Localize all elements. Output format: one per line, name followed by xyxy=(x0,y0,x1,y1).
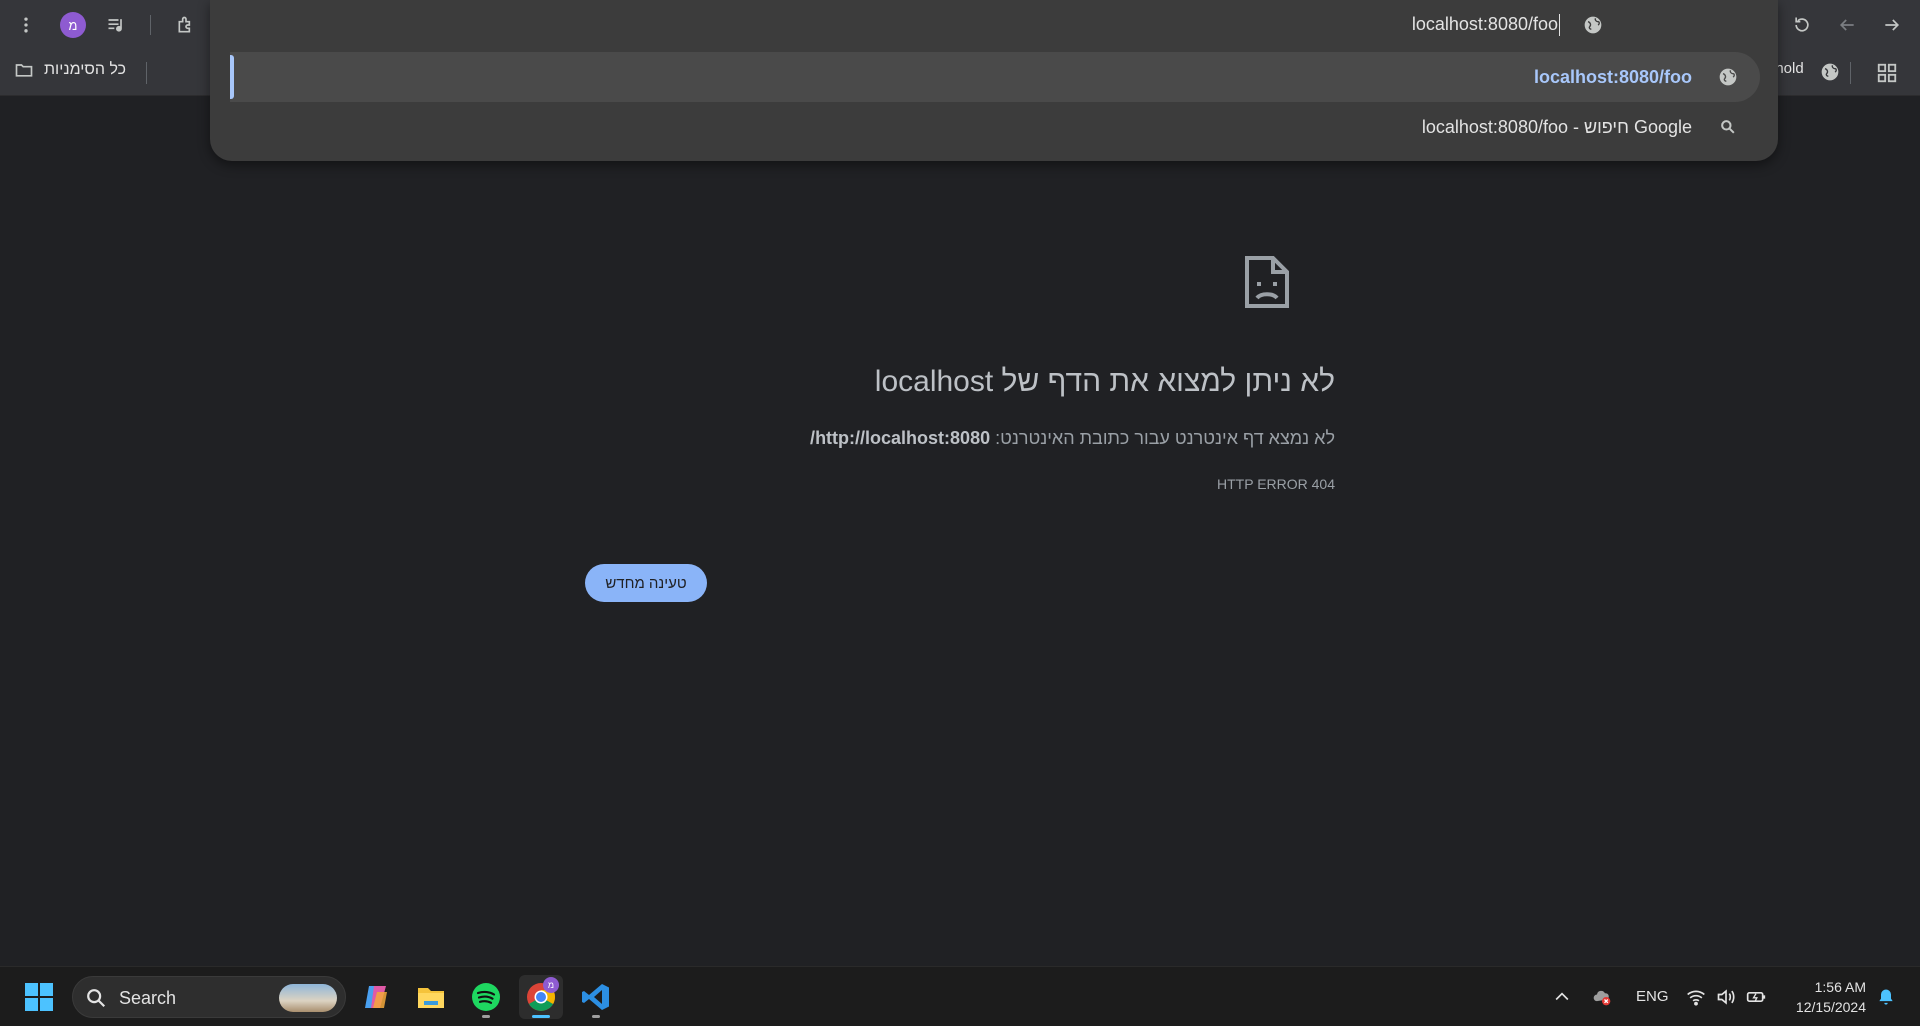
search-icon xyxy=(87,989,106,1008)
address-input[interactable]: localhost:8080/foo xyxy=(1412,14,1558,35)
address-bar[interactable]: localhost:8080/foo xyxy=(210,0,1778,50)
screen: מ כל הסימניות ehold localhost:8080/foo l… xyxy=(0,0,1920,1026)
copilot-icon xyxy=(365,986,387,1008)
vscode-icon xyxy=(582,984,609,1010)
file-explorer-app[interactable] xyxy=(409,975,453,1019)
search-highlight-image xyxy=(279,984,337,1012)
battery-charging-icon[interactable] xyxy=(1746,987,1766,1007)
media-control-icon[interactable] xyxy=(98,7,134,43)
text-caret xyxy=(1559,14,1560,36)
bookmarks-divider xyxy=(1850,62,1851,84)
windows-start-icon[interactable] xyxy=(24,982,54,1012)
taskbar: Search מ ENG 1:56 AM 12/15/2024 xyxy=(0,966,1920,1026)
toolbar-divider xyxy=(150,15,151,35)
taskbar-search-label: Search xyxy=(119,988,177,1008)
omnibox-dropdown: localhost:8080/foo localhost:8080/foo lo… xyxy=(210,0,1778,161)
running-indicator xyxy=(592,1015,600,1018)
volume-icon[interactable] xyxy=(1716,987,1736,1007)
forward-arrow-icon[interactable] xyxy=(1874,7,1910,43)
running-indicator xyxy=(482,1015,490,1018)
spotify-app[interactable] xyxy=(464,975,508,1019)
taskbar-search[interactable]: Search xyxy=(72,976,346,1018)
vscode-app[interactable] xyxy=(574,975,618,1019)
chrome-app[interactable]: מ xyxy=(519,975,563,1019)
all-bookmarks-label: כל הסימניות xyxy=(44,61,127,78)
folder-icon xyxy=(15,64,33,77)
chevron-up-icon[interactable] xyxy=(1552,987,1572,1007)
globe-icon xyxy=(1719,68,1737,86)
cloud-error-icon[interactable] xyxy=(1592,987,1612,1007)
notification-bell-icon[interactable] xyxy=(1876,987,1896,1007)
error-message-text: לא נמצא דף אינטרנט עבור כתובת האינטרנט: xyxy=(990,428,1335,448)
copilot-app[interactable] xyxy=(354,975,398,1019)
error-url: http://localhost:8080/ xyxy=(810,428,991,448)
folder-icon xyxy=(418,988,444,1008)
profile-avatar[interactable]: מ xyxy=(60,12,86,38)
error-code: HTTP ERROR 404 xyxy=(1217,476,1335,492)
selection-indicator xyxy=(230,55,234,99)
site-info-icon[interactable] xyxy=(1583,15,1603,35)
back-arrow-icon[interactable] xyxy=(1829,7,1865,43)
search-icon xyxy=(1721,120,1735,134)
wifi-icon[interactable] xyxy=(1686,987,1706,1007)
apps-grid-icon[interactable] xyxy=(1876,62,1898,84)
bookmarks-divider xyxy=(146,62,147,84)
reload-icon[interactable] xyxy=(1784,7,1820,43)
suggestion-label: localhost:8080/foo - חיפוש Google xyxy=(1421,117,1692,137)
suggestion-search[interactable]: localhost:8080/foo - חיפוש Google xyxy=(230,102,1760,152)
clock-time: 1:56 AM xyxy=(1814,979,1866,995)
extensions-icon[interactable] xyxy=(168,7,204,43)
clock[interactable]: 1:56 AM 12/15/2024 xyxy=(1796,977,1866,1017)
active-indicator xyxy=(532,1015,550,1018)
reload-button[interactable]: טעינה מחדש xyxy=(585,564,707,602)
suggestion-label: localhost:8080/foo xyxy=(1533,67,1692,87)
language-indicator[interactable]: ENG xyxy=(1636,988,1669,1005)
error-title: לא ניתן למצוא את הדף של localhost xyxy=(874,365,1335,398)
globe-icon xyxy=(1821,63,1839,81)
sad-page-icon xyxy=(1245,256,1289,308)
profile-badge: מ xyxy=(543,977,559,993)
all-bookmarks-button[interactable]: כל הסימניות xyxy=(14,60,126,80)
suggestion-url[interactable]: localhost:8080/foo xyxy=(230,52,1760,102)
menu-icon[interactable] xyxy=(8,7,44,43)
spotify-icon xyxy=(472,983,500,1011)
error-message: לא נמצא דף אינטרנט עבור כתובת האינטרנט: … xyxy=(810,428,1335,449)
clock-date: 12/15/2024 xyxy=(1795,999,1866,1015)
